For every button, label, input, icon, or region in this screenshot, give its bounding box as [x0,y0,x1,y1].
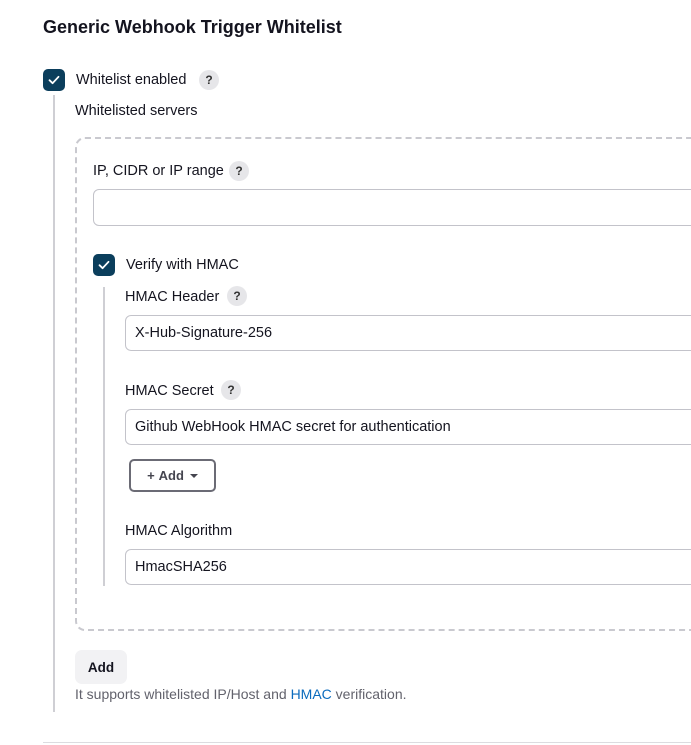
section-title: Generic Webhook Trigger Whitelist [43,17,342,37]
whitelist-nesting-line [53,95,55,712]
whitelisted-servers-label: Whitelisted servers [75,103,198,119]
verify-hmac-checkbox[interactable] [93,254,115,276]
ip-range-label: IP, CIDR or IP range [93,163,224,179]
help-icon[interactable]: ? [229,161,249,181]
hmac-secret-select[interactable]: Github WebHook HMAC secret for authentic… [125,409,691,445]
caret-down-icon [189,473,198,478]
ip-range-input[interactable] [93,189,691,226]
hmac-nesting-line [103,287,105,586]
add-credentials-label: Add [158,468,184,483]
add-server-button[interactable]: Add [75,650,127,684]
help-text-suffix: verification. [331,686,407,702]
whitelist-enabled-label[interactable]: Whitelist enabled [76,72,186,88]
plus-icon: + [147,468,155,483]
verify-hmac-label[interactable]: Verify with HMAC [126,257,239,273]
check-icon [48,75,60,85]
hmac-header-label: HMAC Header [125,289,220,305]
whitelist-enabled-checkbox[interactable] [43,69,65,91]
help-text-prefix: It supports whitelisted IP/Host and [75,686,291,702]
help-icon[interactable]: ? [199,70,219,90]
hmac-secret-label: HMAC Secret [125,383,214,399]
hmac-algorithm-select[interactable]: HmacSHA256 [125,549,691,585]
check-icon [98,260,110,270]
hmac-link[interactable]: HMAC [291,686,332,702]
hmac-algorithm-label: HMAC Algorithm [125,523,233,539]
hmac-header-input[interactable]: X-Hub-Signature-256 [125,315,691,351]
section-divider [43,742,691,743]
whitelist-help-text: It supports whitelisted IP/Host and HMAC… [75,686,407,702]
help-icon[interactable]: ? [221,380,241,400]
help-icon[interactable]: ? [227,286,247,306]
add-credentials-button[interactable]: + Add [129,459,216,492]
